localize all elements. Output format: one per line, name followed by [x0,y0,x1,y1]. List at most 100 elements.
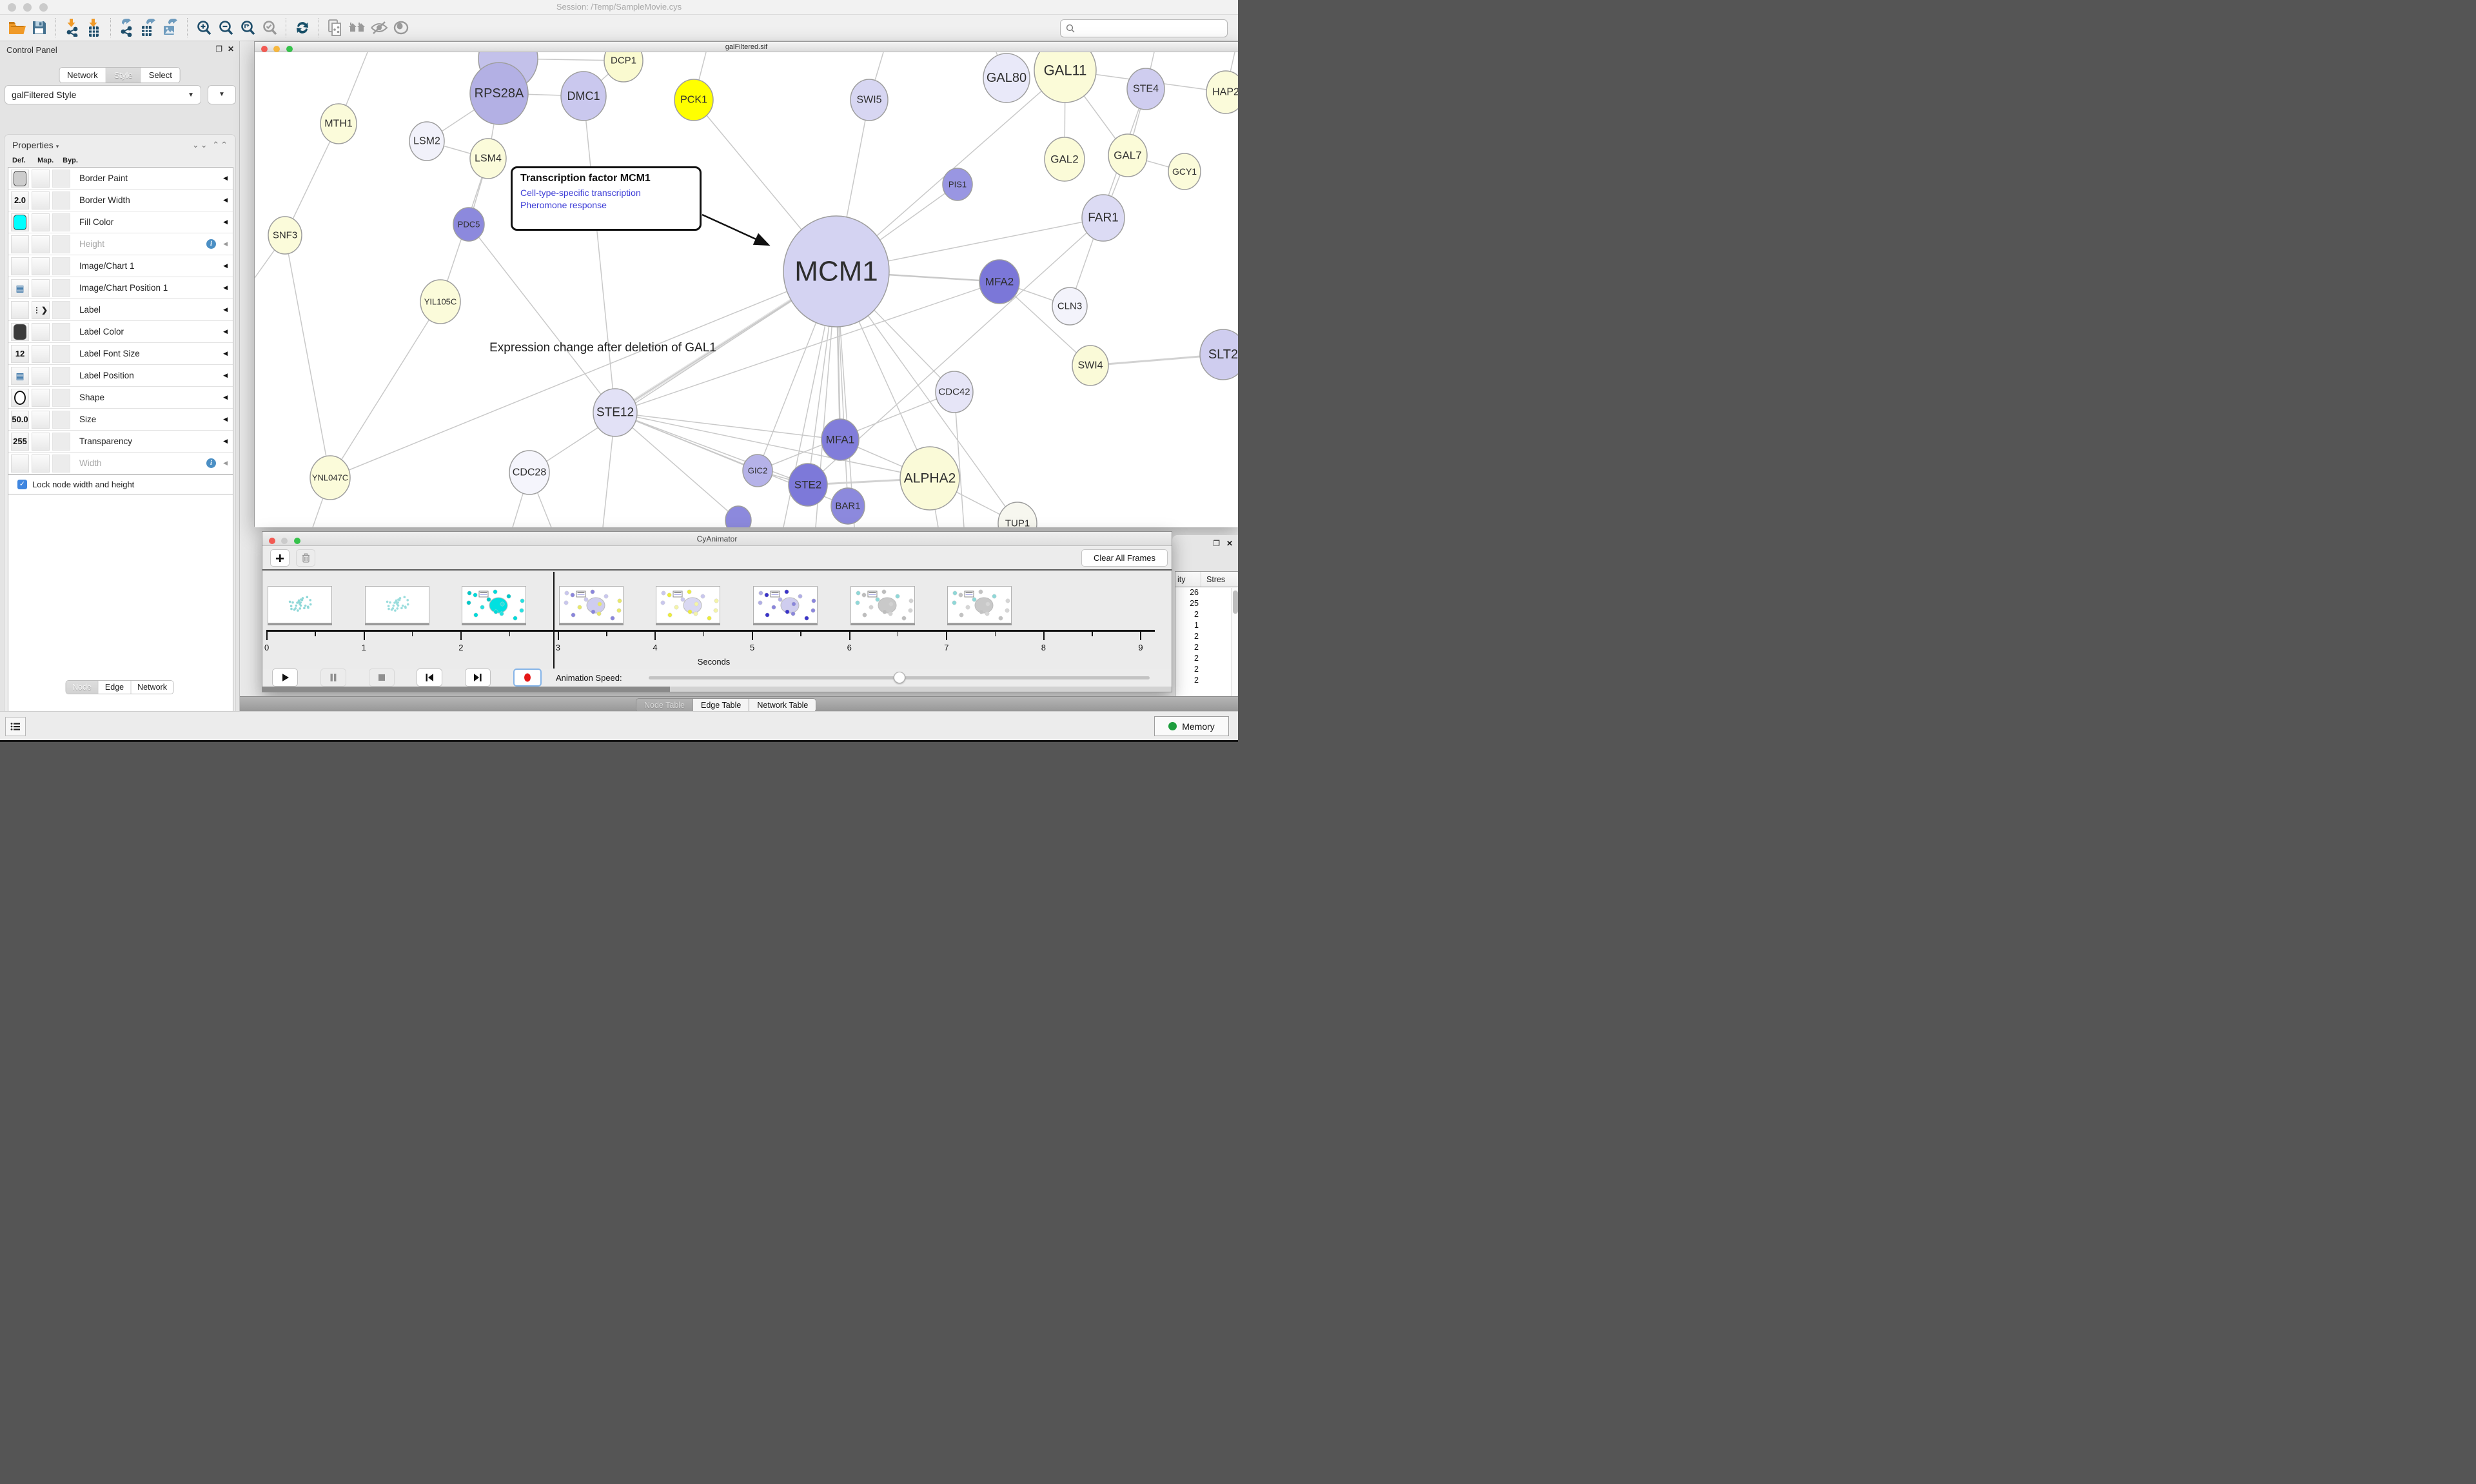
memory-button[interactable]: Memory [1154,716,1229,736]
expand-row-icon[interactable]: ◀ [223,460,228,467]
close-panel-icon[interactable]: ✕ [228,44,234,54]
show-all-icon[interactable] [390,17,412,39]
properties-header[interactable]: Properties ▾ [12,140,59,150]
frame-thumbnail-1[interactable] [365,586,429,623]
frame-thumbnail-3[interactable] [559,586,624,623]
network-node-yil105c[interactable]: YIL105C [420,280,460,324]
close-table-icon[interactable]: ✕ [1226,539,1233,548]
property-row[interactable]: Heighti◀ [8,233,233,255]
network-node-ynl047c[interactable]: YNL047C [310,456,350,500]
network-node-lsm4[interactable]: LSM4 [470,139,506,179]
frame-timeline[interactable]: 0123456789 Seconds [262,571,1172,669]
zoom-selected-icon[interactable] [259,17,280,39]
annotation-link-1[interactable]: Cell-type-specific transcription [520,187,692,199]
network-node-cdc42[interactable]: CDC42 [936,371,973,413]
frame-thumbnail-7[interactable] [947,586,1012,623]
slider-thumb[interactable] [894,672,905,683]
record-button[interactable] [513,669,542,687]
close-network-icon[interactable] [261,46,268,52]
minimize-window-icon[interactable] [23,3,32,12]
expand-row-icon[interactable]: ◀ [223,284,228,291]
property-row[interactable]: Border Paint◀ [8,168,233,190]
network-node-gcy1[interactable]: GCY1 [1168,153,1201,190]
animation-speed-slider[interactable] [649,676,1150,679]
float-table-icon[interactable]: ❐ [1213,539,1220,548]
expand-row-icon[interactable]: ◀ [223,438,228,445]
expand-row-icon[interactable]: ◀ [223,219,228,226]
zoom-in-icon[interactable] [193,17,215,39]
property-row[interactable]: 50.0Size◀ [8,409,233,431]
tab-network[interactable]: Network [59,68,106,83]
collapse-expand-icons[interactable]: ⌄⌄ ⌃⌃ [192,140,229,150]
network-node-lsm2[interactable]: LSM2 [409,122,444,161]
tab-node-style[interactable]: Node [66,681,99,694]
frame-thumbnail-0[interactable] [268,586,332,623]
minimize-cyanimator-icon[interactable] [281,538,288,544]
property-row[interactable]: ⋮❯Label◀ [8,299,233,321]
zoom-fit-icon[interactable] [237,17,259,39]
import-network-icon[interactable] [61,17,83,39]
network-node-mfa1[interactable]: MFA1 [821,419,859,460]
pause-button[interactable] [320,669,346,687]
network-node-cln3[interactable]: CLN3 [1052,288,1087,325]
network-node-ste4[interactable]: STE4 [1127,68,1164,110]
tab-network-style[interactable]: Network [131,681,173,694]
network-node-gal80[interactable]: GAL80 [983,54,1030,103]
network-node-ste12[interactable]: STE12 [593,389,637,436]
property-row[interactable]: ▦Image/Chart Position 1◀ [8,277,233,299]
property-row[interactable]: 255Transparency◀ [8,431,233,453]
expand-row-icon[interactable]: ◀ [223,372,228,379]
network-node-swi4[interactable]: SWI4 [1072,346,1108,386]
zoom-cyanimator-icon[interactable] [294,538,300,544]
network-node-mth1[interactable]: MTH1 [320,104,357,144]
expand-row-icon[interactable]: ◀ [223,394,228,401]
window-controls[interactable] [8,3,48,15]
annotation-link-2[interactable]: Pheromone response [520,199,692,211]
expand-row-icon[interactable]: ◀ [223,328,228,335]
tab-network-table[interactable]: Network Table [749,699,816,712]
network-node-gic2[interactable]: GIC2 [743,454,772,487]
property-row[interactable]: ▦Label Position◀ [8,365,233,387]
network-node-mcm1[interactable]: MCM1 [783,216,889,327]
network-node-slt2[interactable]: SLT2 [1200,329,1238,380]
stop-button[interactable] [369,669,395,687]
tab-node-table[interactable]: Node Table [636,699,693,712]
zoom-window-icon[interactable] [39,3,48,12]
network-canvas[interactable]: DCP1RPS28ADMC1PCK1SWI5GAL80GAL11STE4HAP2… [255,52,1238,527]
close-window-icon[interactable] [8,3,16,12]
cyanimator-titlebar[interactable]: CyAnimator [262,532,1172,546]
network-node-pck1[interactable]: PCK1 [674,79,713,121]
zoom-out-icon[interactable] [215,17,237,39]
property-row[interactable]: Image/Chart 1◀ [8,255,233,277]
network-node-ste2[interactable]: STE2 [789,464,827,506]
hide-selection-icon[interactable] [368,17,390,39]
info-icon[interactable]: i [206,458,216,468]
property-row[interactable]: 2.0Border Width◀ [8,190,233,211]
expand-row-icon[interactable]: ◀ [223,416,228,423]
network-node-far1[interactable]: FAR1 [1082,195,1125,241]
tab-edge-table[interactable]: Edge Table [693,699,749,712]
tab-style[interactable]: Style [106,68,141,83]
network-node-swi5[interactable]: SWI5 [850,79,888,121]
add-frame-button[interactable] [270,549,290,567]
export-network-icon[interactable] [116,17,138,39]
expand-row-icon[interactable]: ◀ [223,197,228,204]
expand-row-icon[interactable]: ◀ [223,262,228,269]
network-node-pdc5[interactable]: PDC5 [453,208,484,241]
skip-start-button[interactable] [417,669,442,687]
save-session-icon[interactable] [28,17,50,39]
style-options-button[interactable]: ▼ [208,85,236,104]
frame-thumbnail-6[interactable] [850,586,915,623]
style-selector[interactable]: galFiltered Style ▼ [5,85,201,104]
search-field[interactable] [1060,19,1228,37]
frame-thumbnail-4[interactable] [656,586,720,623]
import-table-icon[interactable] [83,17,105,39]
property-row[interactable]: 12Label Font Size◀ [8,343,233,365]
network-node-hap2[interactable]: HAP2 [1206,71,1238,113]
property-row[interactable]: Fill Color◀ [8,211,233,233]
network-node-gal2[interactable]: GAL2 [1045,137,1085,181]
expand-row-icon[interactable]: ◀ [223,240,228,248]
frame-thumbnail-2[interactable] [462,586,526,623]
frame-thumbnail-5[interactable] [753,586,818,623]
task-history-button[interactable] [5,717,26,736]
